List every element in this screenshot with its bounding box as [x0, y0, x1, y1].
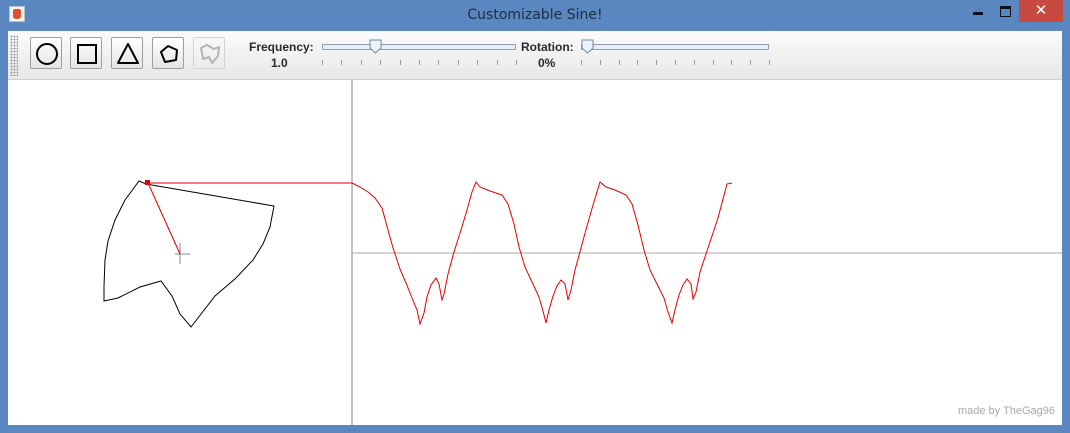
frequency-slider-track[interactable]: [322, 44, 516, 50]
slider-tick: [497, 60, 498, 65]
triangle-shape-button[interactable]: [111, 37, 143, 69]
rotation-label: Rotation:: [521, 40, 574, 54]
rotation-slider-thumb[interactable]: [581, 39, 594, 54]
slider-tick: [769, 60, 770, 65]
minimize-button[interactable]: [964, 0, 991, 22]
slider-tick: [600, 60, 601, 65]
slider-tick: [458, 60, 459, 65]
toolbar-grip[interactable]: [10, 35, 18, 76]
frequency-value: 1.0: [271, 56, 288, 70]
frequency-label: Frequency:: [249, 40, 314, 54]
rotation-slider[interactable]: [575, 36, 775, 69]
slider-tick: [400, 60, 401, 65]
rotation-slider-track[interactable]: [581, 44, 769, 50]
pentagon-shape-button[interactable]: [152, 37, 184, 69]
square-icon: [77, 44, 97, 64]
freeform-shape-icon: [200, 44, 220, 64]
toolbar: Frequency: 1.0 Rotation: 0%: [8, 31, 1062, 80]
slider-tick: [731, 60, 732, 65]
radius-line: [147, 182, 181, 255]
circle-icon: [36, 43, 58, 65]
slider-tick: [750, 60, 751, 65]
slider-tick: [380, 60, 381, 65]
slider-tick: [361, 60, 362, 65]
custom-shape-button[interactable]: [193, 37, 225, 69]
frequency-slider-ticks: [322, 60, 517, 65]
slider-tick: [419, 60, 420, 65]
slider-tick: [516, 60, 517, 65]
slider-tick: [438, 60, 439, 65]
sine-drawing: [103, 80, 1062, 425]
tracing-point[interactable]: [145, 180, 150, 185]
slider-tick: [637, 60, 638, 65]
slider-tick: [694, 60, 695, 65]
rotation-slider-ticks: [581, 60, 770, 65]
slider-tick: [477, 60, 478, 65]
pentagon-icon: [160, 45, 178, 63]
slider-tick: [619, 60, 620, 65]
window-title: Customizable Sine!: [467, 7, 603, 23]
rotation-value: 0%: [538, 56, 556, 70]
slider-tick: [675, 60, 676, 65]
triangle-icon: [117, 43, 139, 64]
slider-tick: [341, 60, 342, 65]
slider-tick: [581, 60, 582, 65]
slider-tick: [713, 60, 714, 65]
slider-tick: [322, 60, 323, 65]
close-button[interactable]: ✕: [1019, 0, 1063, 22]
close-icon: ✕: [1034, 2, 1048, 19]
frequency-slider[interactable]: [316, 36, 522, 69]
minimize-icon: [973, 12, 983, 15]
maximize-button[interactable]: [992, 0, 1018, 22]
frequency-slider-thumb[interactable]: [369, 39, 382, 54]
app-window: Customizable Sine! ✕ Frequency: 1.0 Rota…: [0, 0, 1070, 433]
square-shape-button[interactable]: [70, 37, 102, 69]
slider-tick: [656, 60, 657, 65]
maximize-icon: [1000, 6, 1011, 17]
drawing-canvas[interactable]: made by TheGag96: [8, 80, 1062, 425]
title-bar[interactable]: Customizable Sine! ✕: [0, 0, 1070, 31]
credit-text: made by TheGag96: [957, 405, 1055, 417]
circle-shape-button[interactable]: [30, 37, 62, 69]
